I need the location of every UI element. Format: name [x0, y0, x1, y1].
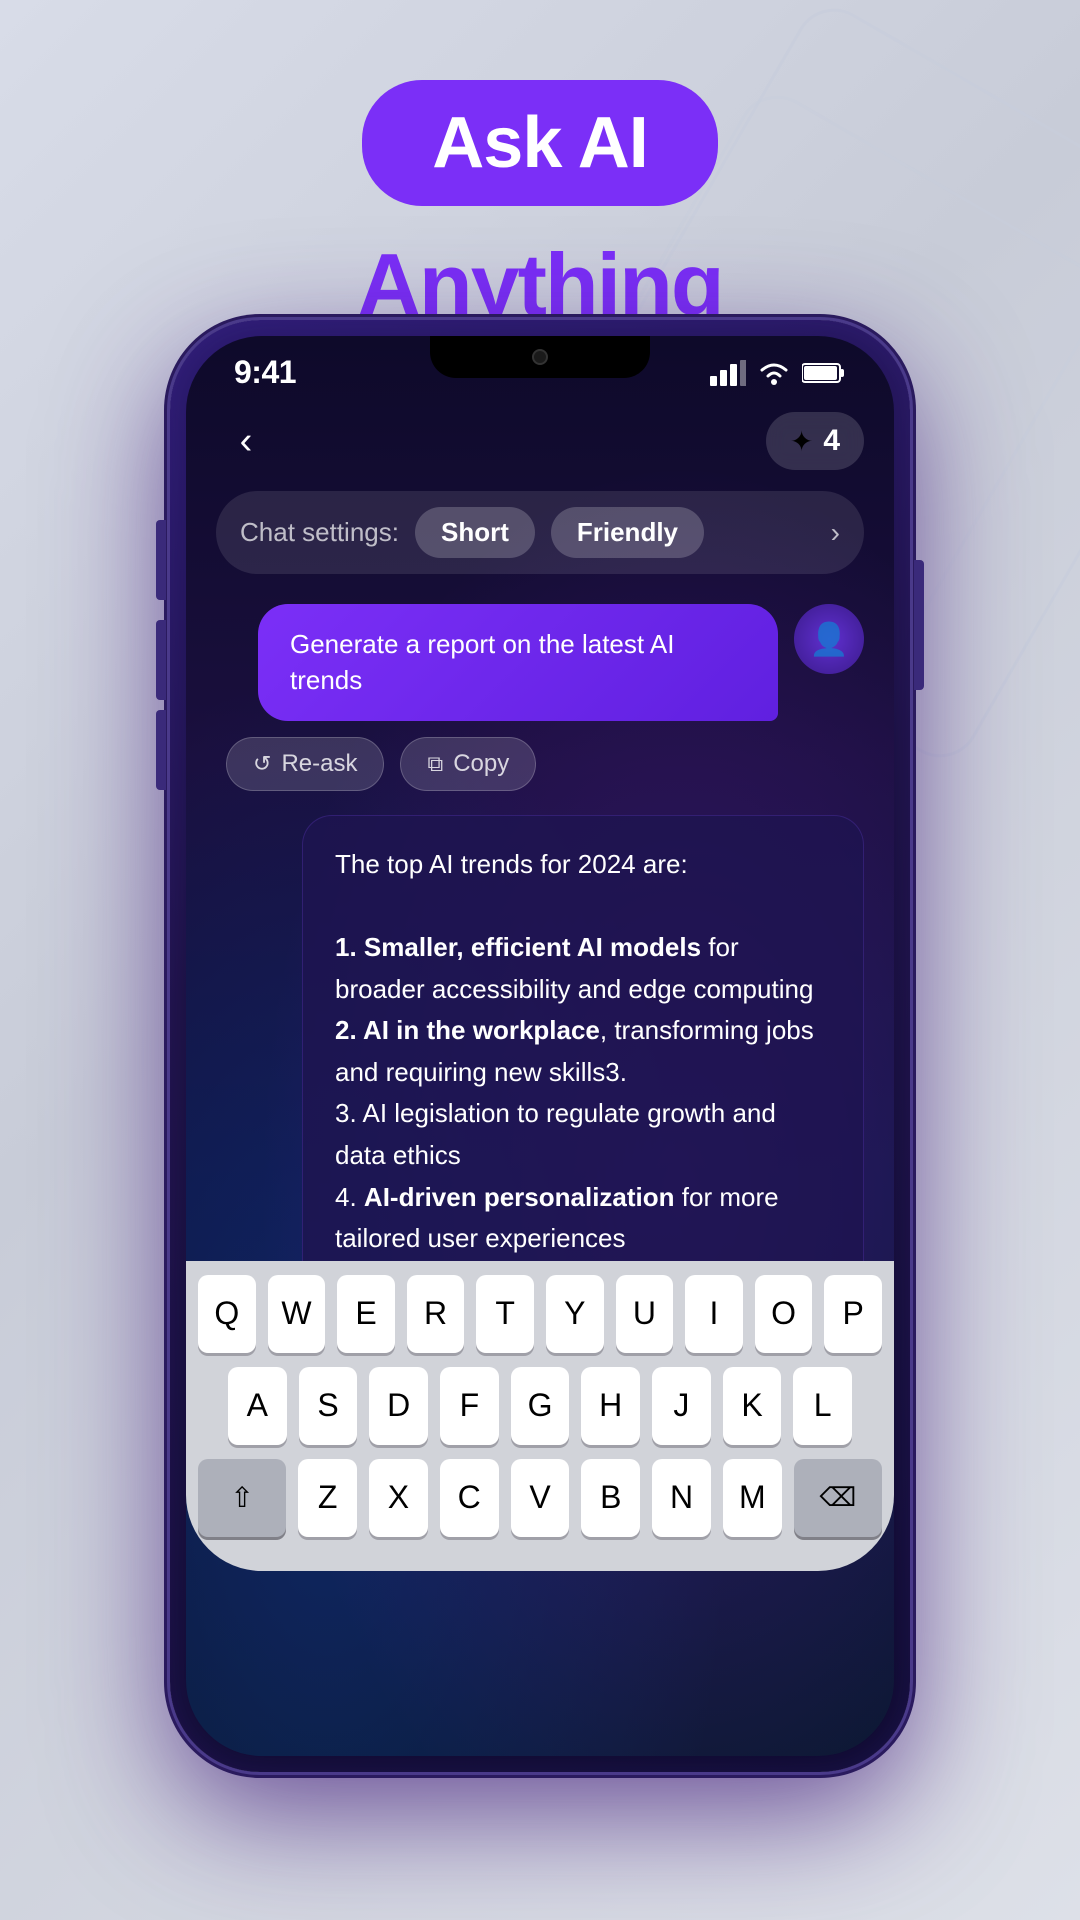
phone-device: 9:41: [170, 320, 910, 1772]
settings-tag-friendly[interactable]: Friendly: [551, 507, 704, 558]
wifi-icon: [758, 360, 790, 386]
user-avatar: 👤: [794, 604, 864, 674]
battery-icon: [802, 362, 846, 384]
ai-item-3: 3. AI legislation to regulate growth and…: [335, 1098, 776, 1170]
key-q[interactable]: Q: [198, 1275, 256, 1353]
reask-button[interactable]: ↺ Re-ask: [226, 737, 384, 791]
key-r[interactable]: R: [407, 1275, 465, 1353]
user-message-bubble: Generate a report on the latest AI trend…: [258, 604, 778, 721]
key-u[interactable]: U: [616, 1275, 674, 1353]
chat-settings-bar[interactable]: Chat settings: Short Friendly ›: [216, 491, 864, 574]
back-arrow-icon: ‹: [240, 420, 253, 463]
key-x[interactable]: X: [369, 1459, 428, 1537]
key-y[interactable]: Y: [546, 1275, 604, 1353]
key-t[interactable]: T: [476, 1275, 534, 1353]
phone-outer-frame: 9:41: [170, 320, 910, 1772]
user-message-text: Generate a report on the latest AI trend…: [290, 629, 674, 695]
copy-label-top: Copy: [453, 750, 509, 778]
key-e[interactable]: E: [337, 1275, 395, 1353]
key-i[interactable]: I: [685, 1275, 743, 1353]
key-p[interactable]: P: [824, 1275, 882, 1353]
top-nav: ‹ ✦ 4: [216, 401, 864, 491]
copy-icon-top: ⧉: [427, 751, 443, 777]
status-time: 9:41: [234, 354, 296, 391]
badge-text: Ask AI: [432, 103, 647, 183]
header-area: Ask AI Anything: [0, 0, 1080, 336]
key-d[interactable]: D: [369, 1367, 428, 1445]
camera-dot: [532, 349, 548, 365]
chat-settings-label: Chat settings:: [240, 517, 399, 548]
action-buttons-row: ↺ Re-ask ⧉ Copy: [216, 737, 864, 791]
ask-ai-badge: Ask AI: [0, 80, 1080, 224]
reask-icon: ↺: [253, 751, 271, 777]
key-b[interactable]: B: [581, 1459, 640, 1537]
settings-tag-short[interactable]: Short: [415, 507, 535, 558]
key-s[interactable]: S: [299, 1367, 358, 1445]
settings-chevron-icon[interactable]: ›: [831, 517, 840, 549]
key-o[interactable]: O: [755, 1275, 813, 1353]
phone-screen: 9:41: [186, 336, 894, 1756]
key-w[interactable]: W: [268, 1275, 326, 1353]
key-j[interactable]: J: [652, 1367, 711, 1445]
status-icons: [710, 360, 846, 386]
reask-label: Re-ask: [281, 750, 357, 778]
key-c[interactable]: C: [440, 1459, 499, 1537]
key-delete[interactable]: ⌫: [794, 1459, 882, 1537]
keyboard-row-2: A S D F G H J K L: [198, 1367, 882, 1445]
copy-button-top[interactable]: ⧉ Copy: [400, 737, 536, 791]
ai-item-4: 4. AI-driven personalization for more ta…: [335, 1182, 779, 1254]
ai-item-1: 1. Smaller, efficient AI models for broa…: [335, 932, 813, 1004]
key-l[interactable]: L: [793, 1367, 852, 1445]
key-g[interactable]: G: [511, 1367, 570, 1445]
key-v[interactable]: V: [511, 1459, 570, 1537]
credits-count: 4: [823, 424, 840, 458]
phone-notch: [430, 336, 650, 378]
signal-icon: [710, 360, 746, 386]
key-a[interactable]: A: [228, 1367, 287, 1445]
key-z[interactable]: Z: [298, 1459, 357, 1537]
key-k[interactable]: K: [723, 1367, 782, 1445]
keyboard-row-1: Q W E R T Y U I O P: [198, 1275, 882, 1353]
keyboard-row-3: ⇧ Z X C V B N M ⌫: [198, 1459, 882, 1537]
key-shift[interactable]: ⇧: [198, 1459, 286, 1537]
ai-intro: The top AI trends for 2024 are:: [335, 849, 688, 879]
key-n[interactable]: N: [652, 1459, 711, 1537]
key-h[interactable]: H: [581, 1367, 640, 1445]
user-avatar-icon: 👤: [809, 620, 849, 658]
back-button[interactable]: ‹: [216, 411, 276, 471]
key-m[interactable]: M: [723, 1459, 782, 1537]
key-f[interactable]: F: [440, 1367, 499, 1445]
sparkle-icon: ✦: [790, 425, 813, 458]
user-message-row: Generate a report on the latest AI trend…: [216, 604, 864, 721]
keyboard: Q W E R T Y U I O P A S: [186, 1261, 894, 1571]
credits-badge[interactable]: ✦ 4: [766, 412, 864, 470]
ai-item-2: 2. AI in the workplace, transforming job…: [335, 1015, 814, 1087]
